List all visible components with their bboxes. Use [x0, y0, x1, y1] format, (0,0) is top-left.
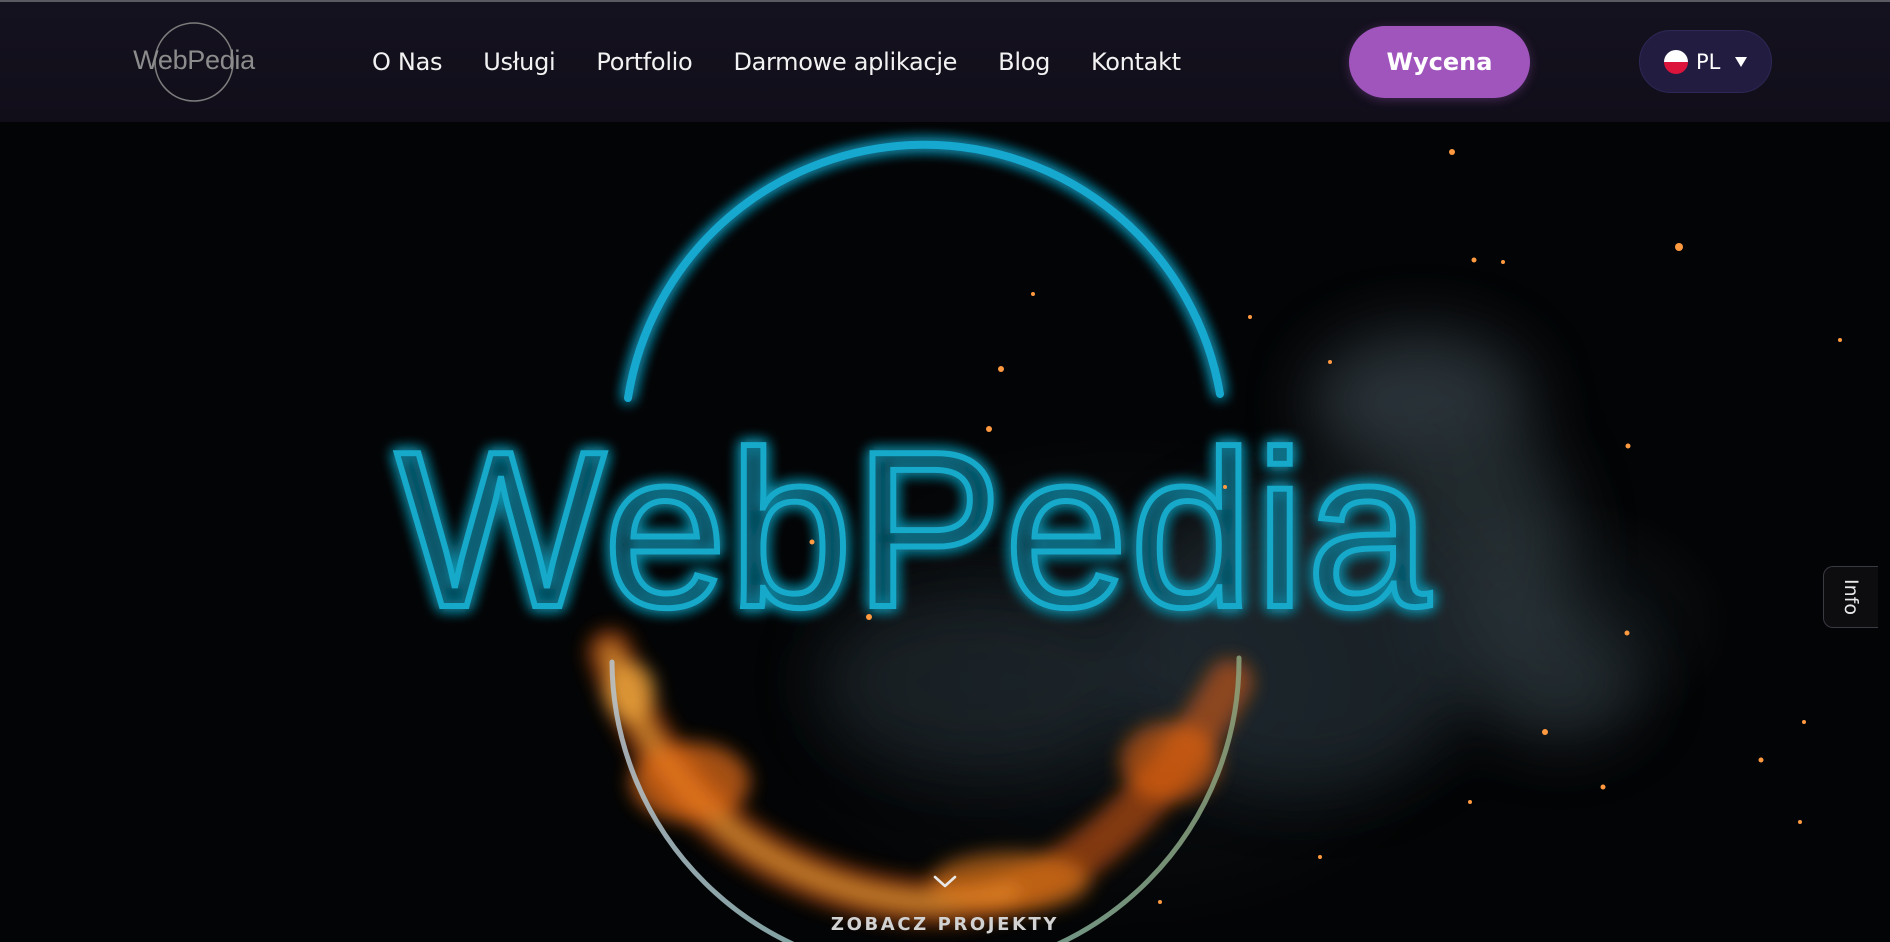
top-border — [0, 0, 1890, 2]
nav-link-o-nas[interactable]: O Nas — [372, 48, 442, 76]
nav-link-blog[interactable]: Blog — [998, 48, 1050, 76]
main-navigation: O Nas Usługi Portfolio Darmowe aplikacje… — [372, 40, 1181, 84]
chevron-down-icon — [933, 875, 957, 888]
scroll-to-projects[interactable]: ZOBACZ PROJEKTY — [795, 870, 1095, 942]
hero-brand-text: WebPedia — [396, 406, 1432, 654]
info-tab-label: Info — [1840, 579, 1862, 615]
nav-link-uslugi[interactable]: Usługi — [483, 48, 556, 76]
nav-link-kontakt[interactable]: Kontakt — [1091, 48, 1181, 76]
language-code: PL — [1696, 49, 1721, 74]
language-switcher[interactable]: PL — [1639, 30, 1772, 93]
caret-down-icon — [1735, 56, 1748, 67]
neon-top-arc — [624, 140, 1224, 402]
logo-text: WebPedia — [133, 45, 255, 75]
quote-button[interactable]: Wycena — [1349, 26, 1530, 98]
scroll-label: ZOBACZ PROJEKTY — [830, 914, 1060, 935]
poland-flag-icon — [1664, 49, 1688, 74]
info-side-tab[interactable]: Info — [1823, 566, 1878, 628]
nav-link-portfolio[interactable]: Portfolio — [596, 48, 692, 76]
site-header: WebPedia O Nas Usługi Portfolio Darmowe … — [0, 0, 1890, 122]
nav-link-darmowe-aplikacje[interactable]: Darmowe aplikacje — [733, 48, 957, 76]
hero-section: WebPedia Info ZOBACZ PROJEKTY — [0, 122, 1890, 942]
hero-neon-logo-artwork: WebPedia — [393, 140, 1859, 942]
site-logo[interactable]: WebPedia — [131, 21, 257, 103]
